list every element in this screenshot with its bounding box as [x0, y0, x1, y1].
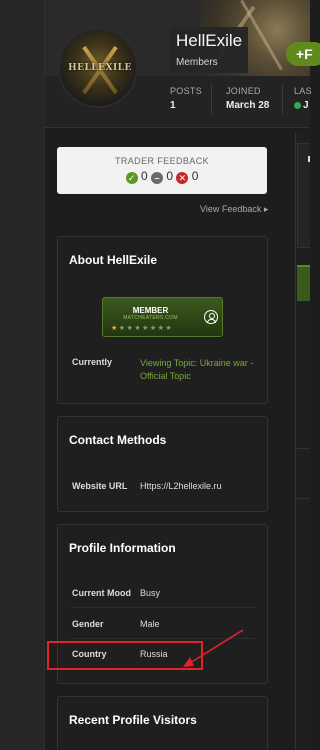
website-label: Website URL	[72, 481, 128, 491]
about-card: About HellExile MEMBER MATCHEATERS.COM ★…	[57, 236, 268, 404]
negative-count: 0	[191, 169, 199, 183]
card-edge-mark	[308, 156, 310, 162]
negative-x-icon: ✕	[176, 172, 189, 184]
divider	[297, 498, 310, 499]
contact-card: Contact Methods Website URL Https://L2he…	[57, 416, 268, 512]
current-mood-label: Current Mood	[72, 588, 131, 598]
currently-label: Currently	[72, 357, 113, 367]
currently-activity-link[interactable]: Viewing Topic: Ukraine war - Official To…	[140, 357, 260, 383]
positive-check-icon: ✓	[125, 172, 138, 184]
avatar[interactable]: HELLEXILE	[58, 28, 138, 108]
row-divider	[70, 638, 256, 639]
row-divider	[70, 607, 256, 608]
main-content-card	[297, 143, 310, 248]
star-filled-icon: ★	[111, 325, 119, 332]
profile-name: HellExile	[176, 31, 243, 50]
view-feedback-link[interactable]: View Feedback ▸	[200, 204, 268, 215]
stat-last-visit-text: J	[303, 100, 309, 111]
stat-divider	[211, 84, 212, 114]
main-content-tab-bar	[297, 265, 310, 301]
stat-last-visit: LAS J	[294, 86, 312, 111]
caret-right-icon: ▸	[263, 204, 269, 214]
neutral-minus-icon: –	[150, 172, 163, 184]
profile-name-box: HellExile Members	[170, 27, 249, 73]
stat-joined: JOINED March 28	[226, 86, 269, 111]
user-circle-icon	[204, 310, 218, 324]
badge-stars: ★★★★★★★★	[111, 324, 173, 332]
stat-posts-value: 1	[170, 100, 176, 111]
divider	[297, 448, 310, 449]
country-highlight-box	[47, 641, 203, 670]
gender-value: Male	[140, 619, 160, 629]
badge-title: MEMBER	[132, 306, 169, 315]
star-empty-icon: ★★★★★★★	[118, 325, 174, 332]
stat-joined-value: March 28	[226, 100, 270, 111]
profile-info-title: Profile Information	[69, 541, 176, 555]
stat-posts-label: POSTS	[170, 86, 203, 96]
stat-posts: POSTS 1	[170, 86, 202, 111]
feedback-counts: ✓ 0 – 0 ✕ 0	[57, 169, 267, 184]
left-sidebar-strip	[0, 0, 45, 750]
trader-feedback-title: TRADER FEEDBACK	[114, 156, 209, 166]
badge-subtitle: MATCHEATERS.COM	[123, 315, 178, 321]
trader-feedback-box[interactable]: TRADER FEEDBACK ✓ 0 – 0 ✕ 0	[57, 147, 267, 194]
stat-divider	[282, 84, 283, 114]
recent-visitors-title: Recent Profile Visitors	[69, 713, 197, 727]
about-title: About HellExile	[69, 253, 158, 267]
stat-last-visit-label: LAS	[294, 86, 312, 96]
avatar-logo-text: HELLEXILE	[68, 63, 132, 73]
member-group: Members	[176, 57, 218, 68]
recent-visitors-card: Recent Profile Visitors	[57, 696, 268, 750]
follow-button[interactable]: +F	[286, 42, 320, 66]
stat-last-visit-value: J	[294, 100, 312, 111]
profile-page: HELLEXILE HellExile Members +F POSTS 1 J…	[0, 0, 320, 750]
stat-joined-label: JOINED	[226, 86, 261, 96]
online-status-icon	[294, 101, 301, 109]
contact-title: Contact Methods	[69, 433, 167, 447]
positive-count: 0	[140, 169, 148, 183]
gender-label: Gender	[72, 619, 104, 629]
neutral-count: 0	[166, 169, 174, 183]
view-feedback-label: View Feedback	[200, 204, 262, 214]
website-url[interactable]: Https://L2hellexile.ru	[140, 481, 222, 491]
current-mood-value: Busy	[140, 588, 161, 598]
member-rank-badge: MEMBER MATCHEATERS.COM ★★★★★★★★	[102, 297, 223, 337]
